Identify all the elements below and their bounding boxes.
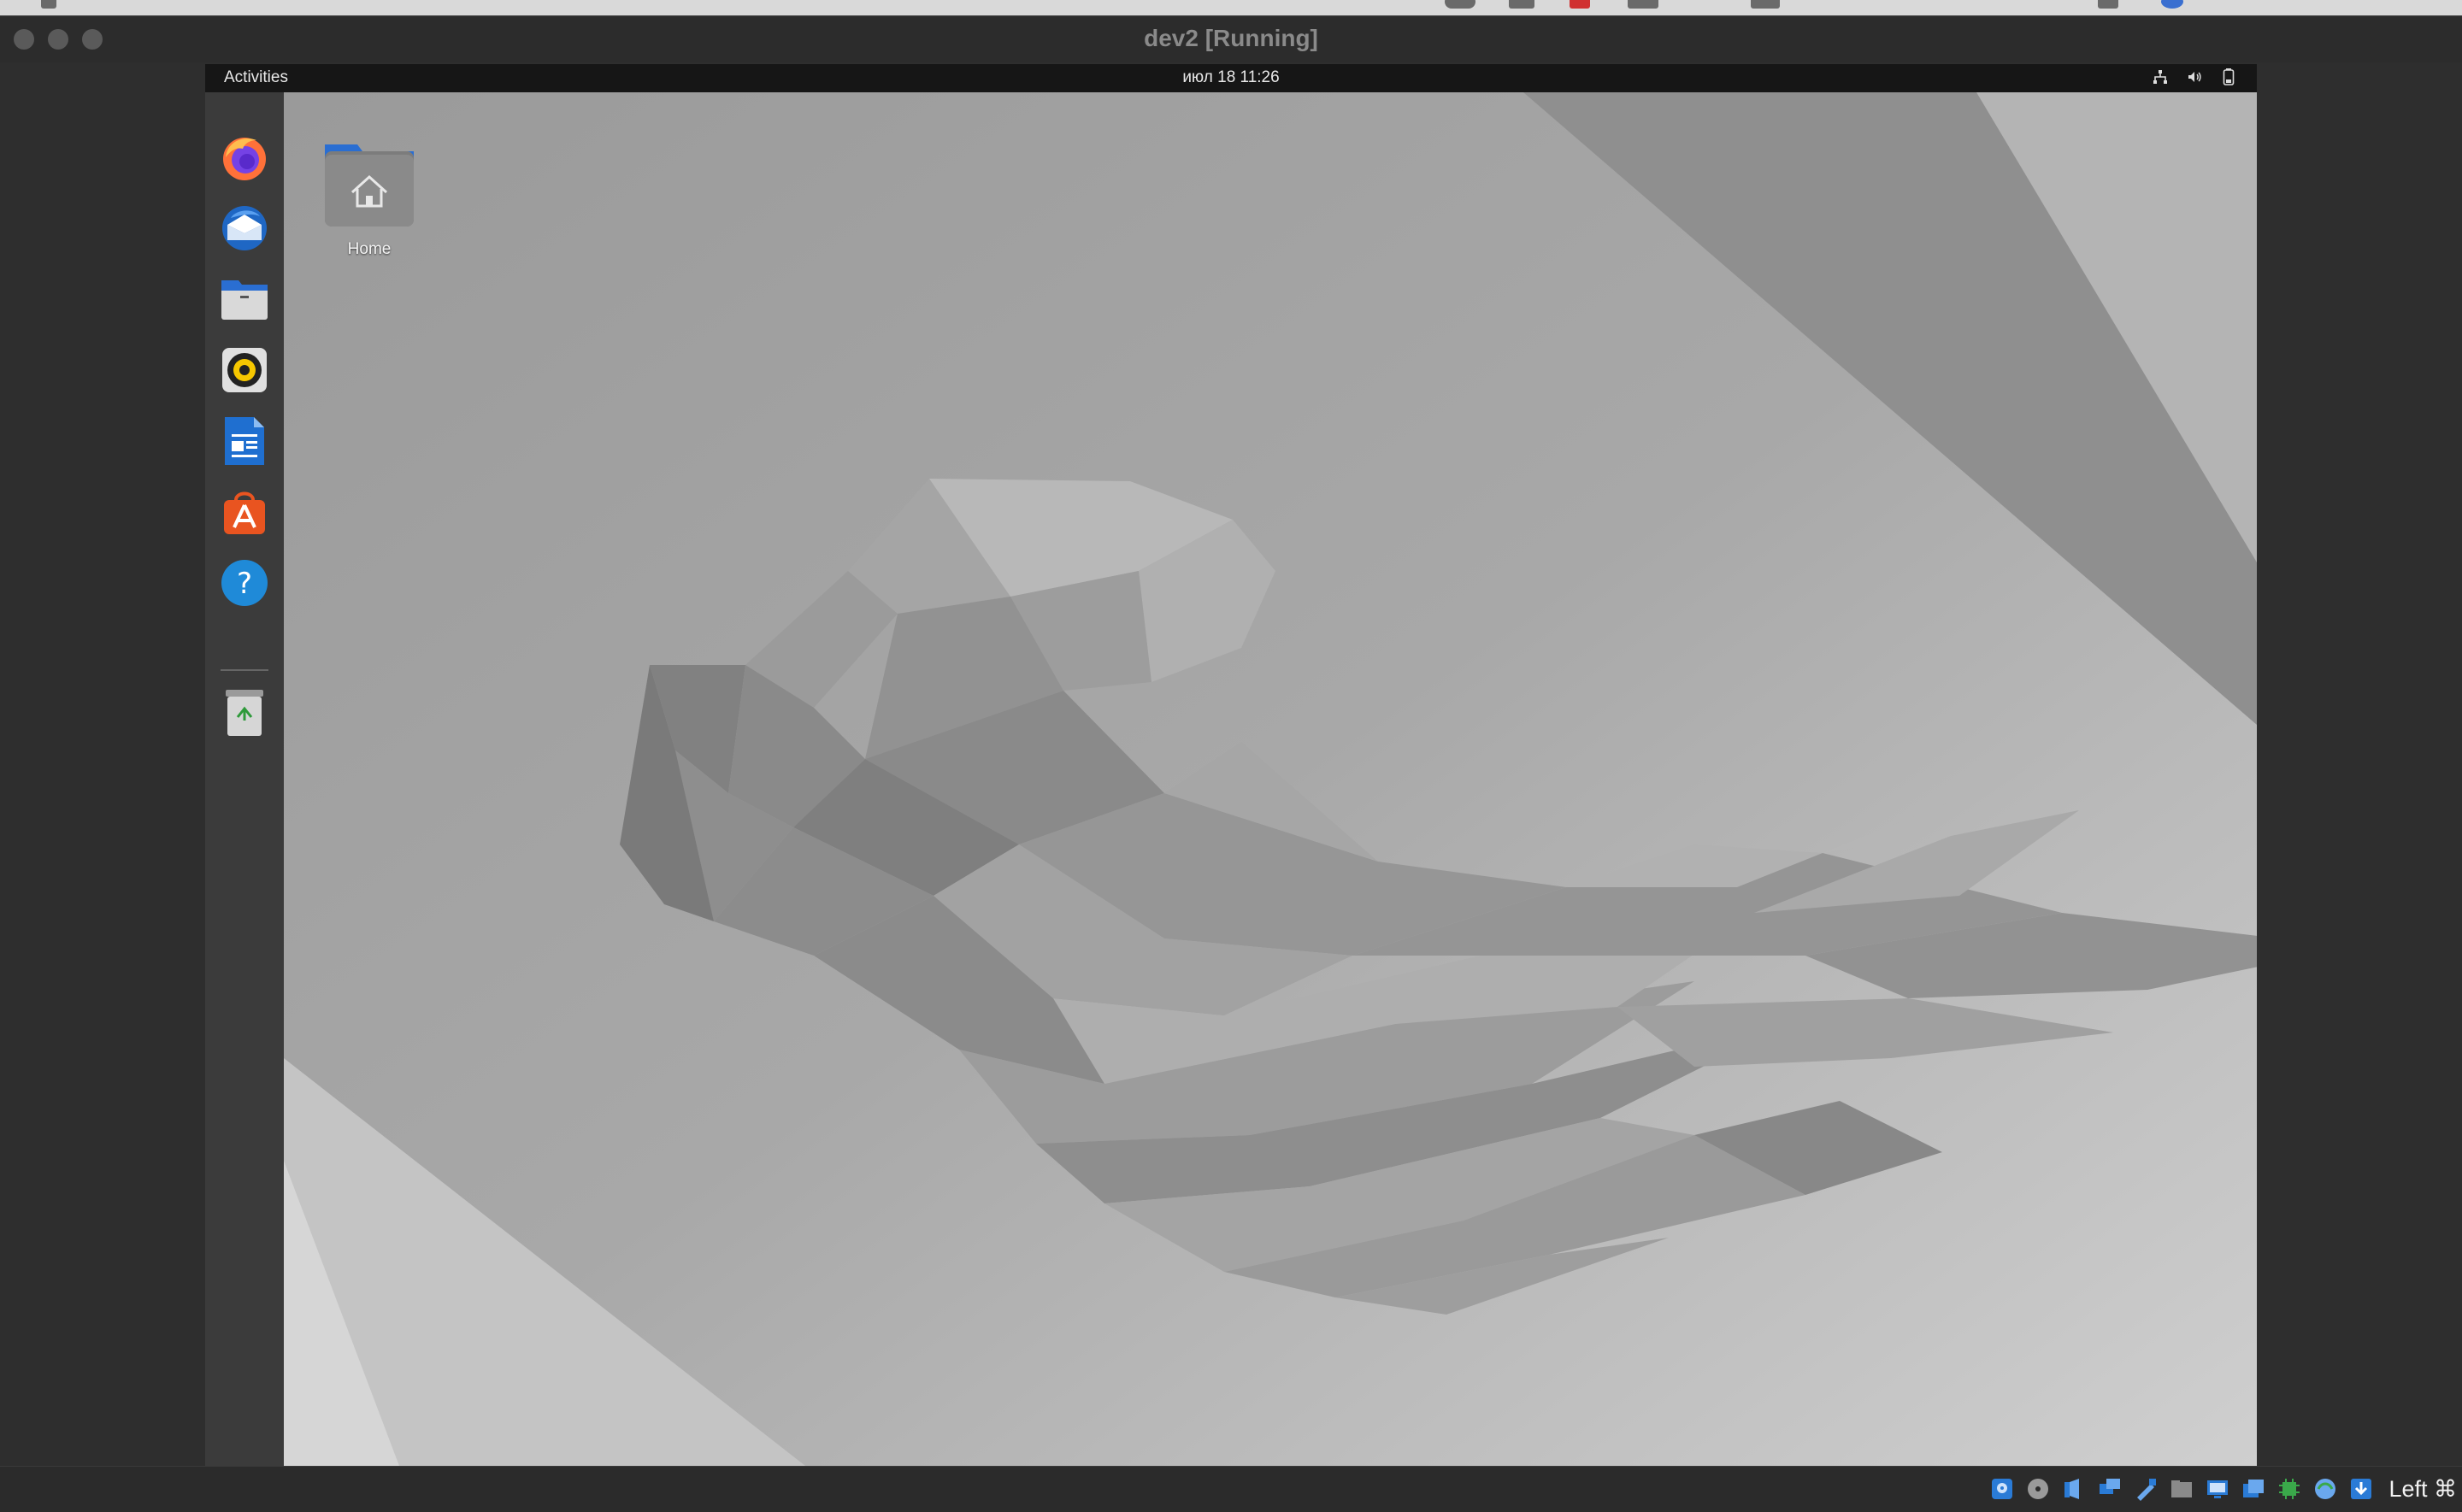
host-key-label[interactable]: Left ⌘ xyxy=(2388,1476,2457,1503)
dock-item-trash[interactable] xyxy=(217,685,272,740)
software-icon xyxy=(224,491,265,534)
dock-item-thunderbird[interactable] xyxy=(217,201,272,256)
writer-icon xyxy=(225,417,264,465)
dock-item-rhythmbox[interactable] xyxy=(217,343,272,397)
mouse-integration-icon[interactable] xyxy=(2312,1475,2339,1503)
files-icon xyxy=(221,280,268,320)
hard-disk-icon[interactable] xyxy=(1988,1475,2016,1503)
network-icon[interactable] xyxy=(2096,1475,2123,1503)
trash-icon xyxy=(226,690,263,736)
menubar-app-icon[interactable] xyxy=(2098,0,2118,9)
help-icon: ? xyxy=(221,560,268,606)
usb-icon[interactable] xyxy=(2132,1475,2159,1503)
menubar-status-icon[interactable] xyxy=(1445,0,1475,9)
menubar-app-icon[interactable] xyxy=(1509,0,1534,9)
dock-item-firefox[interactable] xyxy=(217,130,272,185)
system-tray[interactable] xyxy=(2151,68,2238,86)
cpu-icon[interactable] xyxy=(2276,1475,2303,1503)
svg-text:?: ? xyxy=(237,567,252,601)
menubar-app-icon[interactable] xyxy=(1628,0,1658,9)
desktop-wallpaper[interactable] xyxy=(284,92,2257,1466)
host-menubar xyxy=(0,0,2462,15)
dock-item-ubuntu-software[interactable] xyxy=(217,485,272,539)
desktop-icon-home[interactable]: Home xyxy=(309,141,429,259)
dock-separator xyxy=(221,669,268,671)
download-icon[interactable] xyxy=(2347,1475,2375,1503)
rhythmbox-icon xyxy=(222,348,267,392)
vm-status-bar: Left ⌘ xyxy=(0,1466,2462,1512)
battery-icon[interactable] xyxy=(2219,68,2238,86)
dock-item-files[interactable] xyxy=(217,272,272,327)
virtualbox-window: dev2 [Running] Activities июл 18 11:26 ?… xyxy=(0,15,2462,1512)
menubar-record-icon[interactable] xyxy=(1570,0,1590,9)
video-capture-icon[interactable] xyxy=(2240,1475,2267,1503)
menubar-app-icon[interactable] xyxy=(1751,0,1780,9)
home-label: Home xyxy=(347,240,392,258)
apple-menu-icon[interactable] xyxy=(41,0,56,9)
dock-item-help[interactable]: ? xyxy=(217,556,272,610)
clock[interactable]: июл 18 11:26 xyxy=(205,68,2257,87)
network-icon[interactable] xyxy=(2151,68,2170,86)
dock-item-writer[interactable] xyxy=(217,414,272,468)
ubuntu-dock: ? xyxy=(205,92,284,1466)
home-folder-icon xyxy=(325,144,414,227)
window-title: dev2 [Running] xyxy=(1144,25,1318,51)
gnome-top-bar: Activities июл 18 11:26 xyxy=(205,64,2257,92)
window-titlebar[interactable]: dev2 [Running] xyxy=(0,16,2462,62)
volume-icon[interactable] xyxy=(2185,68,2204,86)
firefox-icon xyxy=(223,138,266,180)
guest-screen[interactable]: Activities июл 18 11:26 ? Home xyxy=(205,64,2257,1466)
optical-drive-icon[interactable] xyxy=(2024,1475,2052,1503)
menubar-user-icon[interactable] xyxy=(2161,0,2183,9)
audio-icon[interactable] xyxy=(2060,1475,2088,1503)
shared-folders-icon[interactable] xyxy=(2168,1475,2195,1503)
display-icon[interactable] xyxy=(2204,1475,2231,1503)
thunderbird-icon xyxy=(222,206,267,250)
